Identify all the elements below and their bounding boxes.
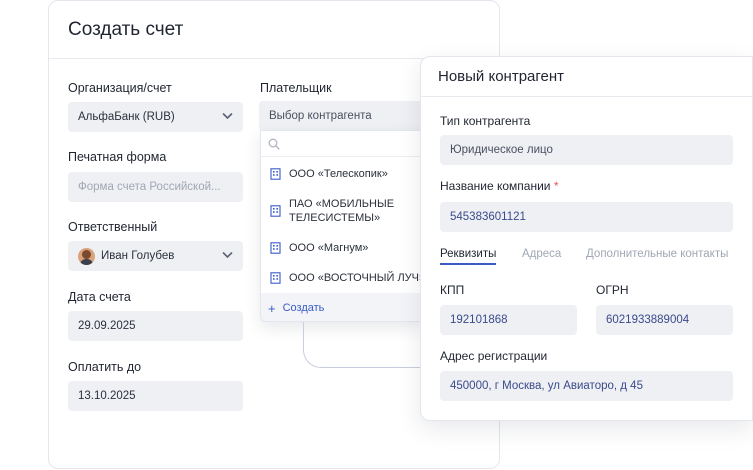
invoice-date-value: 29.09.2025	[78, 320, 136, 332]
type-select[interactable]: Юридическое лицо	[440, 135, 733, 165]
list-item-label: ООО «Телескопик»	[289, 168, 388, 180]
pay-until-label: Оплатить до	[68, 360, 142, 374]
invoice-header: Создать счет	[49, 1, 499, 59]
search-icon	[268, 138, 280, 150]
invoice-date-label: Дата счета	[68, 290, 131, 304]
tab-additional-contacts[interactable]: Дополнительные контакты	[586, 248, 728, 260]
list-item[interactable]: ООО «Телескопик»	[261, 167, 424, 181]
responsible-label: Ответственный	[68, 220, 158, 234]
tab-requisites[interactable]: Реквизиты	[440, 248, 497, 265]
payer-label: Плательщик	[260, 81, 332, 95]
required-mark: *	[553, 179, 559, 193]
address-input[interactable]: 450000, г Москва, ул Авиаторо, д 45	[440, 371, 733, 401]
ogrn-label: ОГРН	[596, 283, 629, 297]
create-counterparty-button[interactable]: + Создать	[261, 293, 424, 321]
kpp-label: КПП	[440, 283, 465, 297]
pay-until-input[interactable]: 13.10.2025	[68, 381, 243, 411]
pay-until-value: 13.10.2025	[78, 390, 136, 402]
dropdown-search[interactable]	[261, 131, 424, 157]
list-item[interactable]: ПАО «МОБИЛЬНЫЕ ТЕЛЕСИСТЕМЫ»	[261, 197, 424, 225]
print-form-select[interactable]: Форма счета Российской...	[68, 172, 243, 202]
payer-select[interactable]: Выбор контрагента	[259, 101, 425, 131]
ogrn-input[interactable]: 6021933889004	[596, 305, 733, 335]
company-name-input[interactable]: 545383601121	[440, 202, 733, 232]
payer-placeholder: Выбор контрагента	[269, 110, 372, 122]
company-name-label: Название компании *	[440, 179, 559, 193]
building-icon	[270, 168, 281, 180]
list-item-label: ООО «ВОСТОЧНЫЙ ЛУЧ»	[289, 272, 425, 284]
list-item[interactable]: ООО «ВОСТОЧНЫЙ ЛУЧ»	[261, 271, 425, 285]
plus-icon: +	[268, 300, 276, 316]
print-form-label: Печатная форма	[68, 150, 167, 164]
company-name-label-text: Название компании	[440, 179, 551, 193]
new-counterparty-card: Новый контрагент Тип контрагента Юридиче…	[420, 56, 753, 421]
ogrn-value: 6021933889004	[606, 314, 690, 326]
kpp-input[interactable]: 192101868	[440, 305, 577, 335]
organization-value: АльфаБанк (RUB)	[78, 111, 175, 123]
counterparty-header: Новый контрагент	[421, 57, 752, 97]
avatar	[78, 247, 95, 265]
address-value: 450000, г Москва, ул Авиаторо, д 45	[450, 380, 643, 392]
connector-line	[303, 322, 421, 368]
invoice-date-input[interactable]: 29.09.2025	[68, 311, 243, 341]
building-icon	[270, 272, 281, 284]
type-value: Юридическое лицо	[450, 144, 553, 156]
page-title: Создать счет	[68, 19, 184, 40]
list-item[interactable]: ООО «Магнум»	[261, 241, 424, 255]
create-label: Создать	[282, 302, 325, 314]
responsible-value: Иван Голубев	[101, 250, 175, 262]
chevron-down-icon	[222, 113, 233, 120]
print-form-placeholder: Форма счета Российской...	[78, 181, 221, 193]
payer-dropdown: ООО «Телескопик» ПАО «МОБИЛЬНЫЕ ТЕЛЕСИСТ…	[260, 130, 425, 322]
list-item-line: ТЕЛЕСИСТЕМЫ»	[289, 212, 381, 224]
tab-addresses[interactable]: Адреса	[522, 248, 561, 260]
building-icon	[270, 205, 281, 217]
list-item-label: ООО «Магнум»	[289, 242, 369, 254]
counterparty-title: Новый контрагент	[438, 68, 565, 85]
list-item-line: ПАО «МОБИЛЬНЫЕ	[289, 198, 395, 210]
responsible-select[interactable]: Иван Голубев	[68, 241, 243, 271]
type-label: Тип контрагента	[440, 114, 531, 128]
company-name-value: 545383601121	[450, 211, 526, 223]
building-icon	[270, 242, 281, 254]
organization-label: Организация/счет	[68, 81, 172, 95]
list-item-label: ПАО «МОБИЛЬНЫЕ ТЕЛЕСИСТЕМЫ»	[289, 197, 394, 225]
address-label: Адрес регистрации	[440, 349, 548, 363]
chevron-down-icon	[222, 252, 233, 259]
kpp-value: 192101868	[450, 314, 508, 326]
organization-select[interactable]: АльфаБанк (RUB)	[68, 102, 243, 132]
